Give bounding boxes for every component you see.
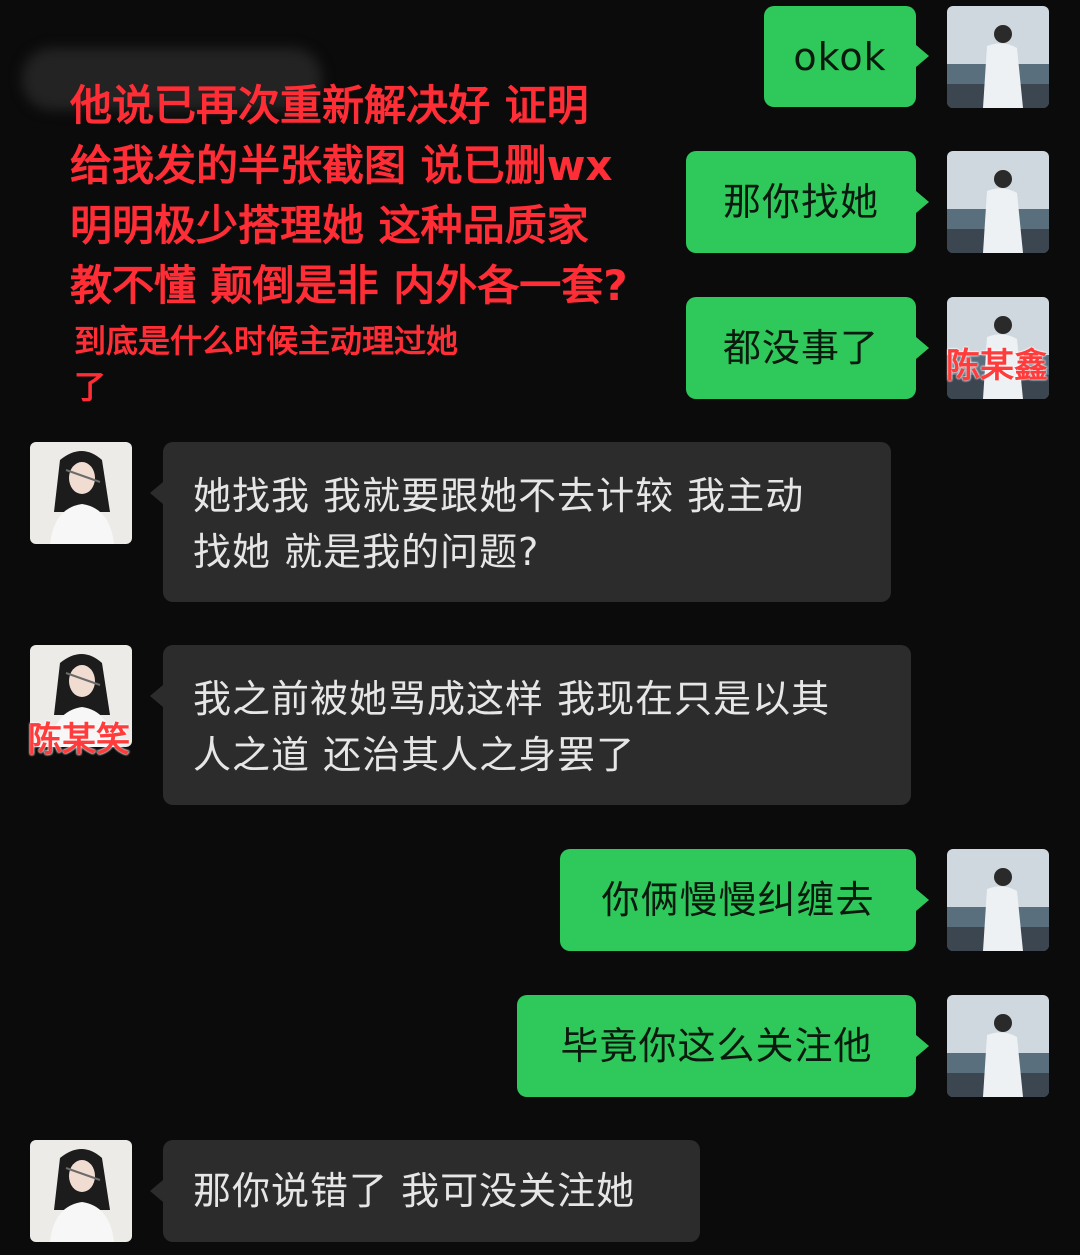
annotation-sub-line: 了	[74, 368, 107, 406]
message-bubble-outgoing[interactable]: 毕竟你这么关注他	[517, 995, 916, 1097]
bubble-tail	[916, 1035, 929, 1057]
annotation-subtext: 到底是什么时候主动理过她 了	[74, 318, 458, 410]
message-bubble-outgoing[interactable]: okok	[764, 6, 916, 107]
avatar-right-user[interactable]	[947, 6, 1049, 108]
message-bubble-outgoing[interactable]: 那你找她	[686, 151, 916, 253]
avatar-right-user[interactable]	[947, 849, 1049, 951]
message-text: 毕竟你这么关注他	[560, 1024, 873, 1068]
message-text-line: 那你说错了 我可没关注她	[193, 1169, 636, 1213]
avatar-left-user[interactable]	[30, 1140, 132, 1242]
avatar-right-user[interactable]	[947, 151, 1049, 253]
bubble-tail	[150, 685, 163, 707]
message-text-line: 她找我 我就要跟她不去计较 我主动	[193, 474, 805, 518]
avatar-man-icon	[947, 995, 1049, 1097]
avatar-woman-icon	[30, 1140, 132, 1242]
message-text-line: 找她 就是我的问题?	[193, 530, 540, 574]
message-bubble-incoming[interactable]: 那你说错了 我可没关注她	[163, 1140, 700, 1242]
annotation-line: 教不懂 颠倒是非 内外各一套?	[70, 261, 628, 310]
bubble-tail	[150, 1180, 163, 1202]
avatar-man-icon	[947, 151, 1049, 253]
message-text: 都没事了	[722, 326, 879, 370]
avatar-man-icon	[947, 849, 1049, 951]
bubble-tail	[150, 482, 163, 504]
message-bubble-incoming[interactable]: 她找我 我就要跟她不去计较 我主动 找她 就是我的问题?	[163, 442, 891, 602]
message-text: okok	[793, 34, 887, 79]
annotation-line: 他说已再次重新解决好 证明	[70, 81, 589, 130]
annotation-text: 他说已再次重新解决好 证明 给我发的半张截图 说已删wx 明明极少搭理她 这种品…	[70, 76, 628, 316]
bubble-tail	[916, 889, 929, 911]
name-label-right-user: 陈某鑫	[946, 346, 1048, 386]
message-text: 那你找她	[722, 180, 879, 224]
name-label-left-user: 陈某笑	[28, 720, 130, 760]
message-text: 你俩慢慢纠缠去	[601, 878, 875, 922]
bubble-tail	[916, 191, 929, 213]
bubble-tail	[916, 337, 929, 359]
avatar-woman-icon	[30, 442, 132, 544]
annotation-line: 给我发的半张截图 说已删wx	[70, 141, 613, 190]
message-text-line: 我之前被她骂成这样 我现在只是以其	[193, 677, 831, 721]
avatar-left-user[interactable]	[30, 442, 132, 544]
message-bubble-outgoing[interactable]: 都没事了	[686, 297, 916, 399]
bubble-tail	[916, 45, 929, 67]
message-bubble-incoming[interactable]: 我之前被她骂成这样 我现在只是以其 人之道 还治其人之身罢了	[163, 645, 911, 805]
message-text-line: 人之道 还治其人之身罢了	[193, 733, 636, 777]
annotation-sub-line: 到底是什么时候主动理过她	[74, 322, 459, 360]
annotation-line: 明明极少搭理她 这种品质家	[70, 201, 589, 250]
message-bubble-outgoing[interactable]: 你俩慢慢纠缠去	[560, 849, 916, 951]
avatar-man-icon	[947, 6, 1049, 108]
avatar-right-user[interactable]	[947, 995, 1049, 1097]
